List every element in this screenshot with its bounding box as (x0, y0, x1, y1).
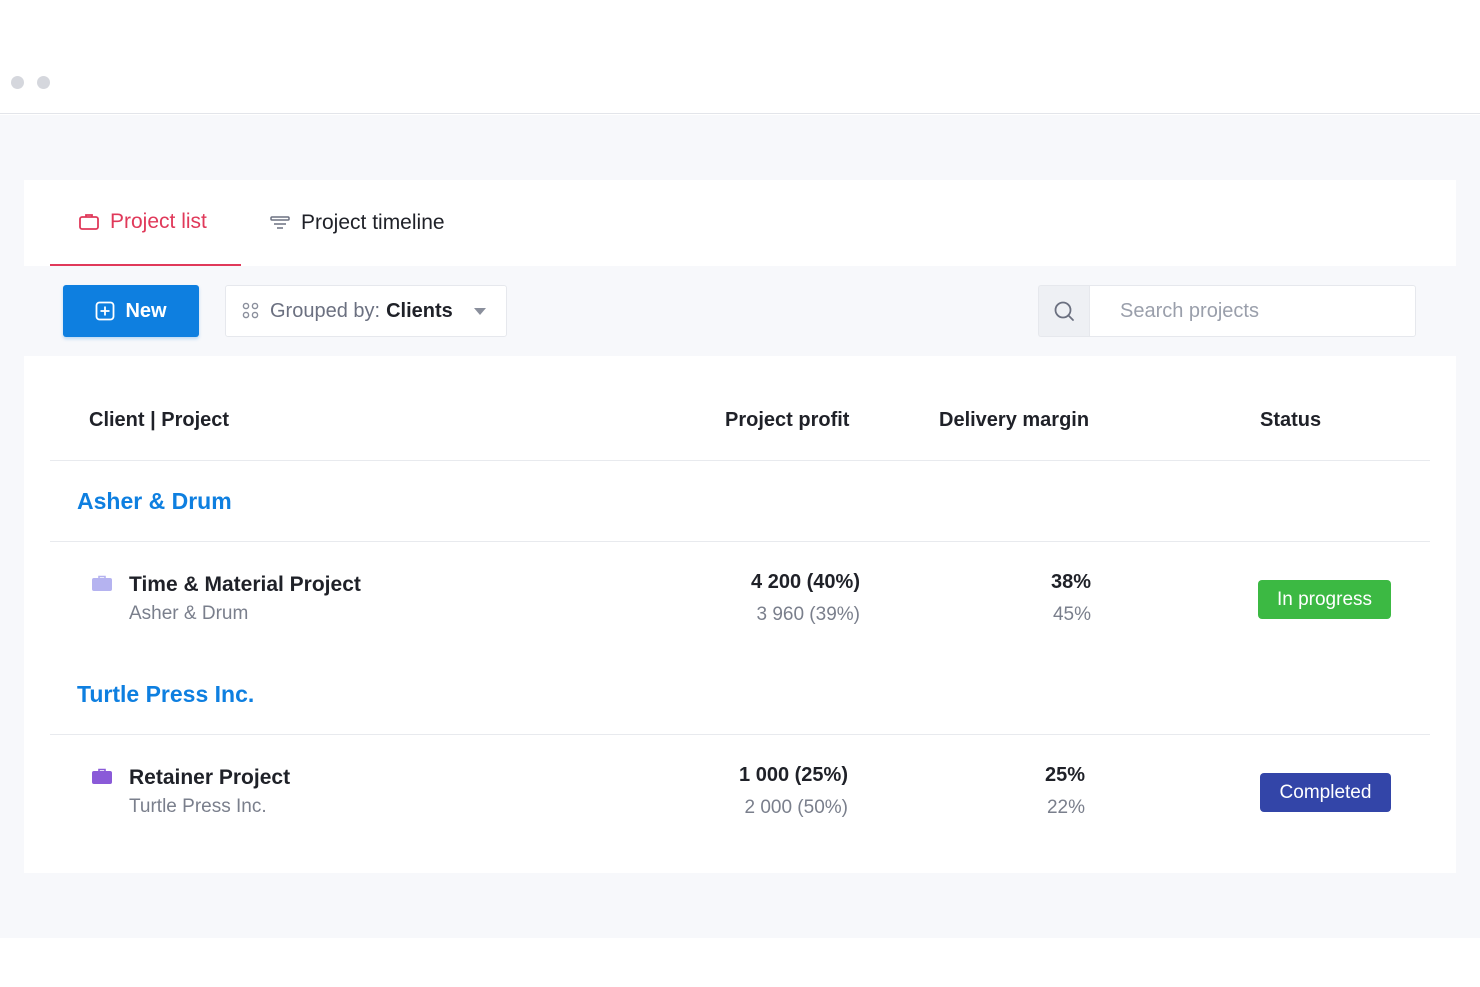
project-client: Turtle Press Inc. (129, 796, 267, 817)
search-box (1038, 285, 1416, 337)
table-row[interactable]: Time & Material Project Asher & Drum 4 2… (50, 543, 1430, 653)
delivery-margin-secondary: 22% (1046, 797, 1085, 818)
delivery-margin-value: 25% (1044, 764, 1085, 786)
search-button[interactable] (1038, 285, 1089, 337)
delivery-margin-value: 38% (1050, 571, 1091, 593)
toolbar: New Grouped by: Clients (0, 266, 1480, 356)
column-header-delivery-margin[interactable]: Delivery margin (939, 409, 1089, 432)
status-badge: In progress (1258, 580, 1391, 619)
project-profit-secondary: 2 000 (50%) (744, 797, 848, 818)
column-header-client-project[interactable]: Client | Project (89, 409, 229, 432)
client-group-name[interactable]: Turtle Press Inc. (77, 681, 254, 708)
window-bottom (0, 938, 1480, 987)
project-briefcase-icon (92, 768, 112, 784)
table-row[interactable]: Retainer Project Turtle Press Inc. 1 000… (50, 736, 1430, 846)
tab-label: Project timeline (301, 211, 445, 234)
projects-table: Client | Project Project profit Delivery… (24, 356, 1456, 873)
project-profit-value: 1 000 (25%) (739, 764, 848, 786)
app-content: Project list Project timeline New Groupe… (0, 115, 1480, 938)
delivery-margin-secondary: 45% (1052, 604, 1091, 625)
client-group-name[interactable]: Asher & Drum (77, 488, 232, 515)
group-by-prefix: Grouped by: (270, 299, 381, 322)
project-name[interactable]: Time & Material Project (129, 573, 361, 597)
tab-bar: Project list Project timeline (24, 180, 1456, 266)
briefcase-icon (79, 214, 99, 230)
timeline-icon (270, 216, 290, 229)
new-button-label: New (125, 299, 167, 322)
status-badge: Completed (1260, 773, 1391, 812)
chevron-down-icon (474, 308, 486, 315)
search-input[interactable] (1089, 285, 1416, 337)
search-icon (1054, 301, 1074, 321)
project-client: Asher & Drum (129, 603, 249, 624)
tab-project-timeline[interactable]: Project timeline (269, 180, 445, 266)
window-close-dot[interactable] (11, 76, 24, 89)
project-profit-secondary: 3 960 (39%) (756, 604, 860, 625)
client-group-row: Asher & Drum (50, 461, 1430, 542)
group-by-value: Clients (386, 299, 453, 322)
project-briefcase-icon (92, 575, 112, 591)
group-by-dropdown[interactable]: Grouped by: Clients (225, 285, 507, 337)
client-group-row: Turtle Press Inc. (50, 654, 1430, 735)
table-header: Client | Project Project profit Delivery… (50, 356, 1430, 461)
window-titlebar (0, 0, 1480, 114)
tab-project-list[interactable]: Project list (50, 180, 241, 266)
column-header-status[interactable]: Status (1260, 409, 1321, 432)
project-profit-value: 4 200 (40%) (751, 571, 860, 593)
project-name[interactable]: Retainer Project (129, 766, 290, 790)
grid-dots-icon (242, 302, 259, 319)
plus-square-icon (96, 301, 115, 321)
window-minimize-dot[interactable] (37, 76, 50, 89)
tab-label: Project list (110, 210, 207, 233)
new-project-button[interactable]: New (63, 285, 199, 337)
column-header-project-profit[interactable]: Project profit (725, 409, 849, 432)
